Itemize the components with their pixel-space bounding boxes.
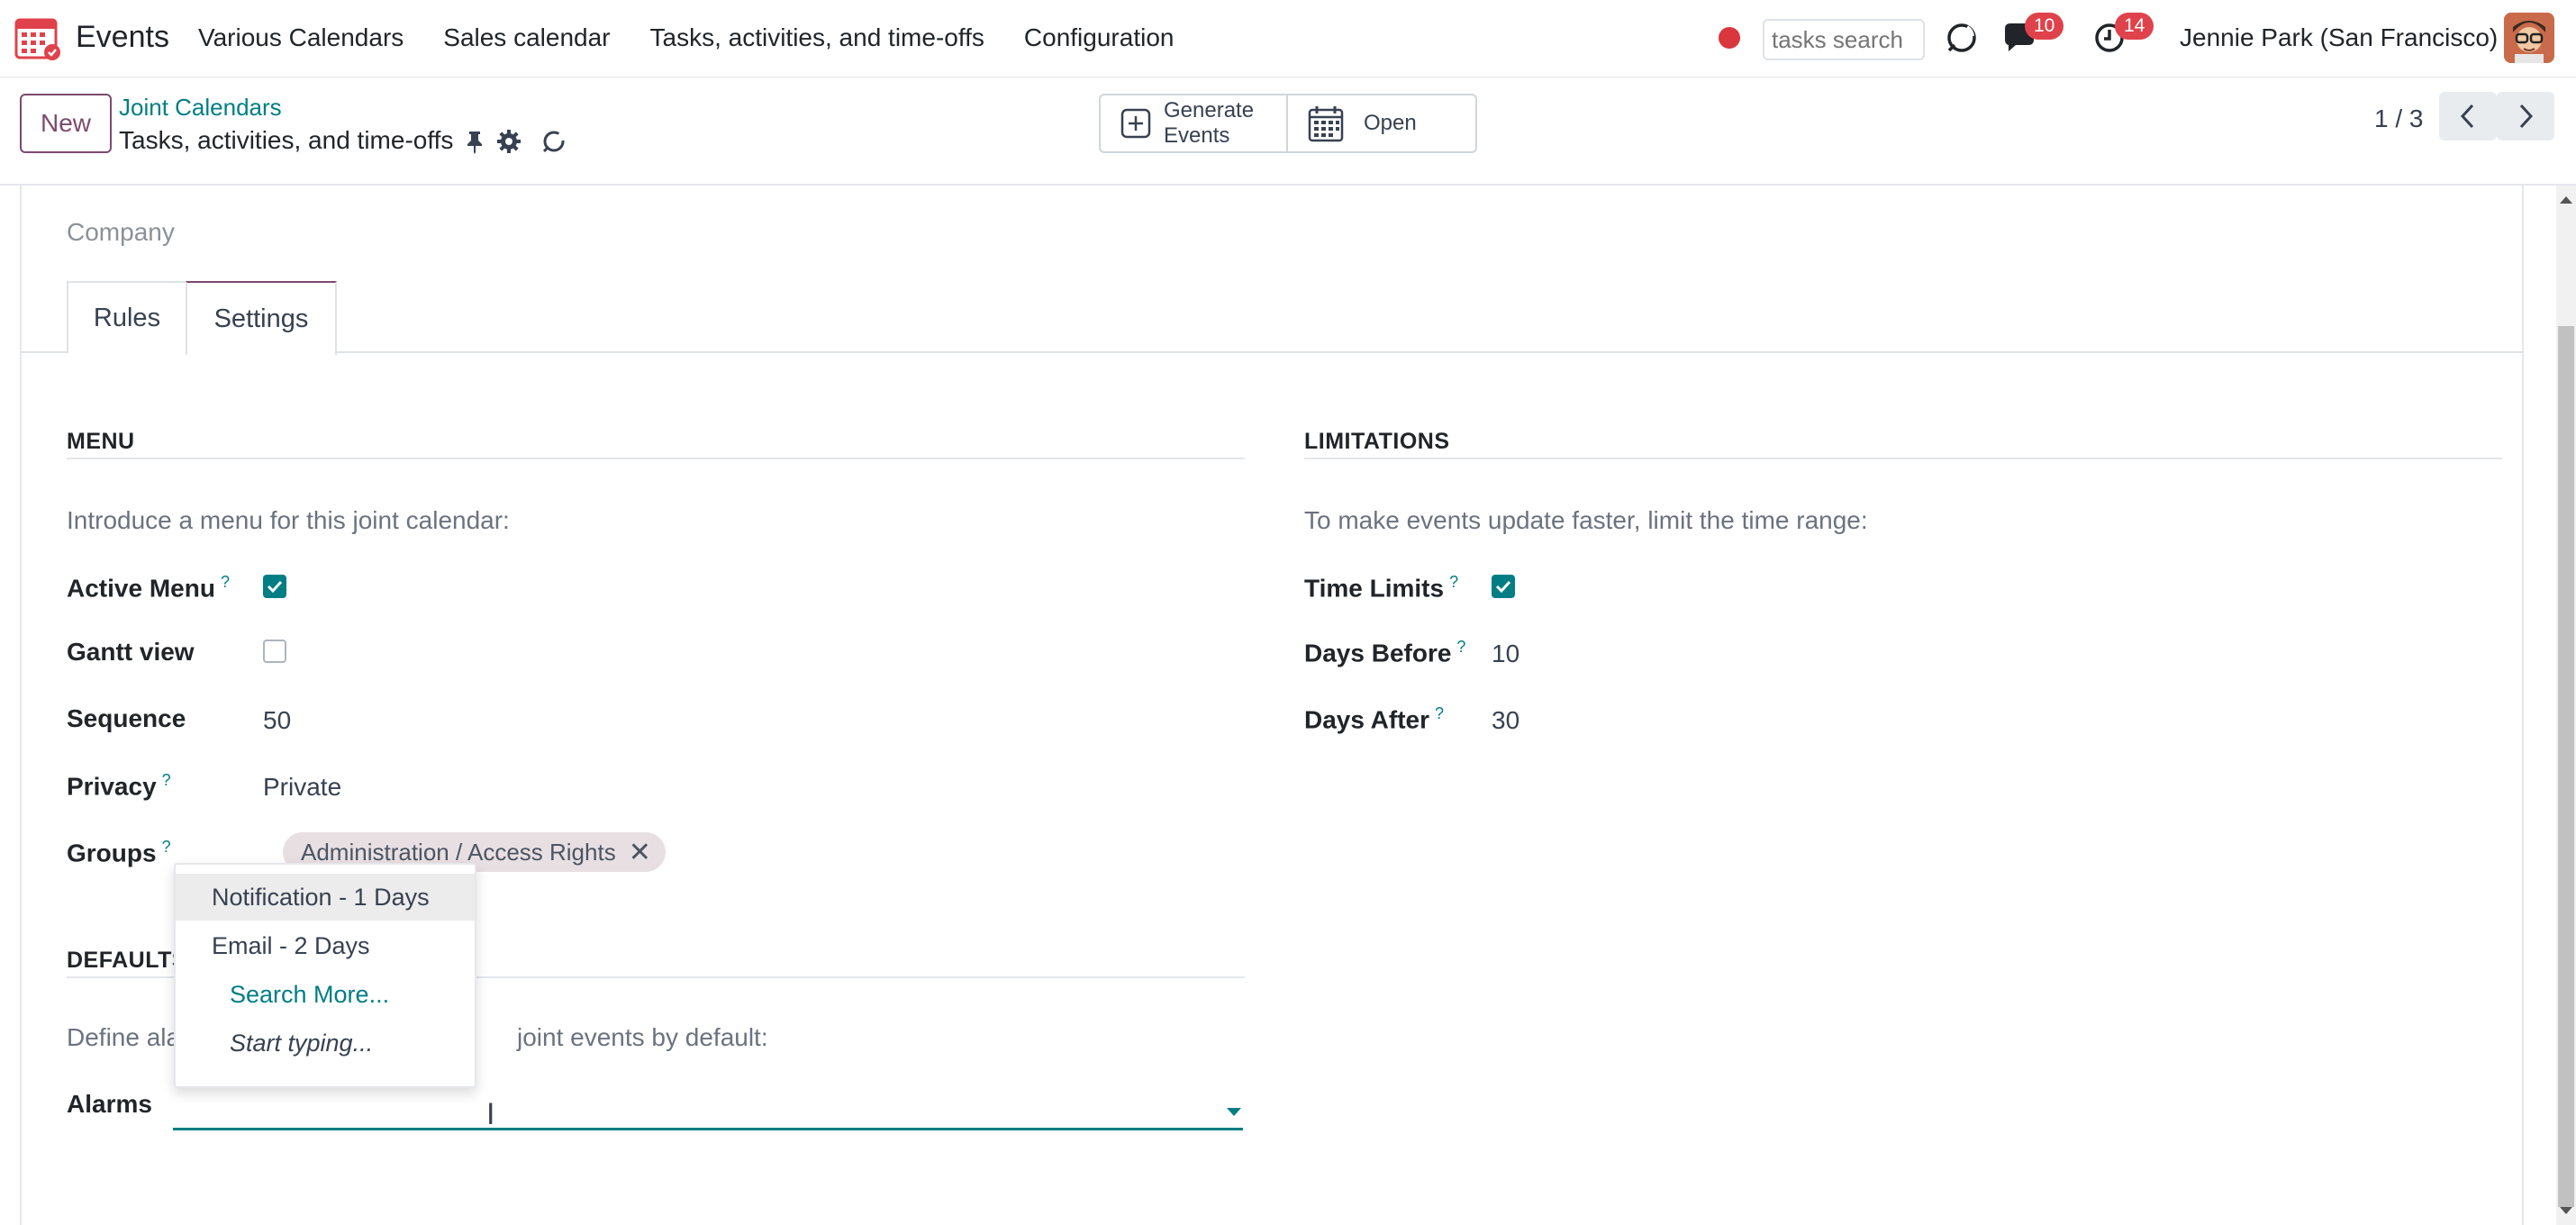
tasks-search-input[interactable] <box>1763 19 1925 60</box>
menu-item-tasks[interactable]: Tasks, activities, and time-offs <box>650 23 984 52</box>
discard-refresh-icon[interactable] <box>540 128 567 155</box>
generate-label-line1: Generate <box>1164 98 1255 122</box>
alarms-autocomplete-dropdown: Notification - 1 Days Email - 2 Days Sea… <box>174 863 476 1088</box>
menu-intro-text: Introduce a menu for this joint calendar… <box>67 506 510 534</box>
days-before-label: Days Before? <box>1304 638 1466 667</box>
breadcrumb-joint-calendars[interactable]: Joint Calendars <box>119 94 282 122</box>
recording-indicator[interactable] <box>1719 27 1740 49</box>
chevron-right-icon <box>2519 104 2534 129</box>
section-divider <box>67 458 1245 459</box>
section-title-defaults: DEFAULTS <box>67 948 188 973</box>
alarms-input[interactable] <box>173 1128 1243 1130</box>
activities-count-badge: 14 <box>2115 13 2154 40</box>
control-panel: New Joint Calendars Tasks, activities, a… <box>0 77 2576 186</box>
user-menu-name[interactable]: Jennie Park (San Francisco) <box>2180 23 2498 52</box>
groups-label: Groups? <box>67 838 171 867</box>
top-navbar: Events Various Calendars Sales calendar … <box>0 0 2576 77</box>
help-tooltip-icon[interactable]: ? <box>162 771 171 789</box>
help-tooltip-icon[interactable]: ? <box>1449 573 1458 591</box>
help-tooltip-icon[interactable]: ? <box>1456 638 1465 656</box>
section-title-menu: MENU <box>67 429 135 454</box>
time-limits-label: Time Limits? <box>1304 573 1459 603</box>
menu-item-configuration[interactable]: Configuration <box>1024 23 1175 52</box>
start-typing-hint: Start typing... <box>230 1029 374 1057</box>
tab-rules[interactable]: Rules <box>67 281 187 353</box>
limitations-intro-text: To make events update faster, limit the … <box>1304 506 1868 534</box>
gantt-view-checkbox[interactable] <box>263 640 286 663</box>
pager-previous-button[interactable] <box>2439 92 2497 141</box>
dropdown-option[interactable]: Email - 2 Days <box>176 922 475 969</box>
scrollbar-thumb[interactable] <box>2558 326 2574 1207</box>
menu-item-various-calendars[interactable]: Various Calendars <box>198 23 404 52</box>
gantt-view-label: Gantt view <box>67 638 195 666</box>
active-menu-label: Active Menu? <box>67 573 230 603</box>
calendar-icon <box>1308 106 1344 142</box>
check-icon <box>1495 580 1511 594</box>
active-menu-checkbox[interactable] <box>263 575 286 598</box>
days-before-field[interactable]: 10 <box>1492 640 1519 668</box>
new-button[interactable]: New <box>20 94 112 153</box>
search-more-link[interactable]: Search More... <box>176 971 475 1018</box>
menu-item-sales-calendar[interactable]: Sales calendar <box>443 23 610 52</box>
tab-settings[interactable]: Settings <box>186 281 337 355</box>
text-cursor-icon: I <box>486 1097 495 1131</box>
main-menu: Various Calendars Sales calendar Tasks, … <box>198 23 1213 52</box>
sequence-field[interactable]: 50 <box>263 706 291 735</box>
generate-label-line2: Events <box>1164 123 1230 148</box>
days-after-field[interactable]: 30 <box>1492 706 1519 735</box>
calendar-app-icon[interactable] <box>13 13 63 63</box>
group-tag-label: Administration / Access Rights <box>301 838 616 866</box>
alarms-label: Alarms <box>67 1090 152 1118</box>
generate-events-button[interactable]: Generate Events <box>1101 95 1286 151</box>
help-tooltip-icon[interactable]: ? <box>162 838 171 856</box>
sequence-label: Sequence <box>67 704 186 732</box>
dropdown-option[interactable]: Notification - 1 Days <box>176 874 475 921</box>
days-after-label: Days After? <box>1304 704 1445 734</box>
app-name[interactable]: Events <box>76 20 169 55</box>
discuss-icon[interactable] <box>1944 20 1980 56</box>
pin-icon[interactable] <box>461 128 488 155</box>
breadcrumb-current: Tasks, activities, and time-offs <box>119 126 454 154</box>
help-tooltip-icon[interactable]: ? <box>221 573 230 591</box>
pager-next-button[interactable] <box>2497 92 2554 141</box>
scroll-down-arrow-icon[interactable] <box>2560 1207 2572 1214</box>
chevron-down-icon[interactable] <box>1227 1108 1241 1116</box>
privacy-select[interactable]: Private <box>263 773 341 802</box>
action-button-group: Generate Events Open <box>1099 94 1477 153</box>
plus-square-icon <box>1120 108 1151 139</box>
gear-icon[interactable] <box>495 128 522 155</box>
user-avatar[interactable] <box>2504 13 2554 63</box>
help-tooltip-icon[interactable]: ? <box>1435 704 1444 722</box>
defaults-intro-right: joint events by default: <box>517 1023 768 1051</box>
chevron-left-icon <box>2460 104 2474 129</box>
remove-tag-icon[interactable]: ✕ <box>629 837 651 868</box>
section-divider <box>1304 458 2502 459</box>
scroll-up-arrow-icon[interactable] <box>2560 196 2572 204</box>
open-label: Open <box>1364 111 1417 135</box>
time-limits-checkbox[interactable] <box>1492 575 1515 598</box>
notebook-tabs: Rules Settings <box>22 281 2522 355</box>
privacy-label: Privacy? <box>67 771 171 801</box>
messages-count-badge: 10 <box>2025 13 2064 40</box>
open-button[interactable]: Open <box>1286 95 1475 151</box>
defaults-intro-left: Define ala <box>67 1023 181 1051</box>
pager-value[interactable]: 1 / 3 <box>2374 104 2423 133</box>
section-title-limitations: LIMITATIONS <box>1304 429 1450 454</box>
company-field[interactable]: Company <box>67 218 175 247</box>
check-icon <box>267 580 283 594</box>
